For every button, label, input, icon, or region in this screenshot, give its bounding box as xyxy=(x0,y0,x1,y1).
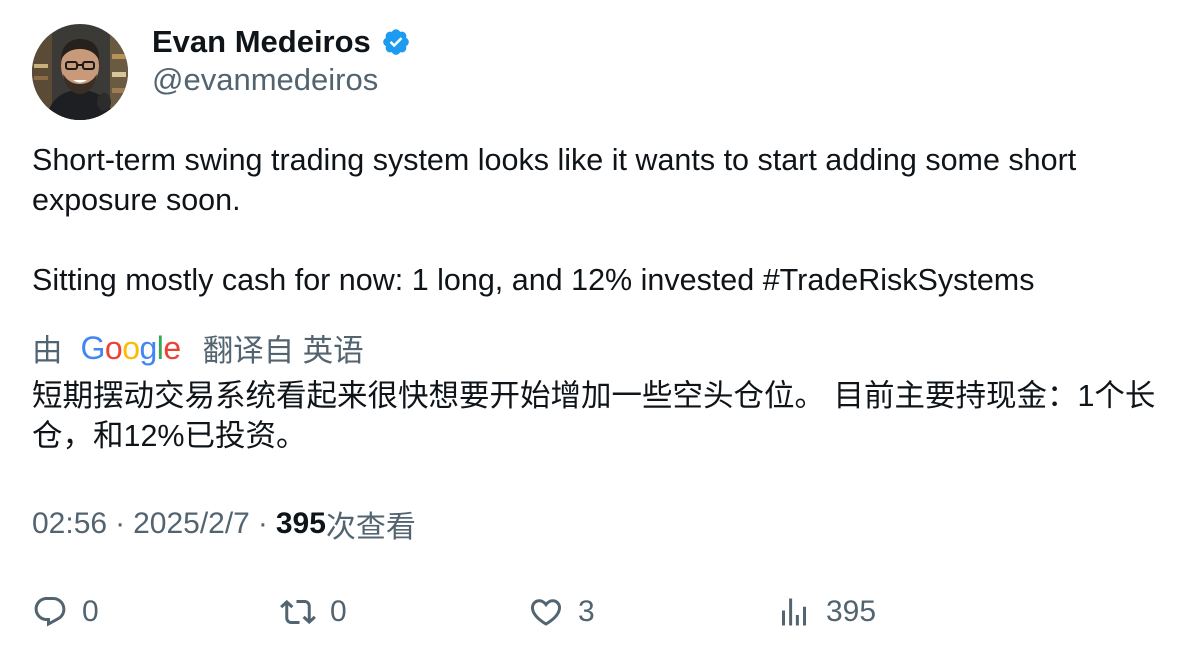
tweet-paragraph: Sitting mostly cash for now: 1 long, and… xyxy=(32,263,1035,297)
meta-separator: · xyxy=(115,507,126,540)
translated-tweet-text: 短期摆动交易系统看起来很快想要开始增加一些空头仓位。 目前主要持现金：1个长仓，… xyxy=(32,379,1156,453)
tweet-meta: 02:56 · 2025/2/7 · 395 次查看 xyxy=(32,504,416,544)
views-icon xyxy=(782,598,806,626)
author-name-row: Evan Medeiros xyxy=(152,22,411,62)
tweet-paragraph: Short-term swing trading system looks li… xyxy=(32,143,1077,217)
tweet-time[interactable]: 02:56 xyxy=(32,507,107,541)
retweet-icon xyxy=(280,599,316,625)
like-button[interactable]: 3 xyxy=(528,590,595,634)
reply-button[interactable]: 0 xyxy=(32,590,99,634)
views-button[interactable]: 395 xyxy=(776,590,876,634)
heart-icon xyxy=(530,599,562,626)
author-display-name[interactable]: Evan Medeiros xyxy=(152,24,371,60)
google-logo: Google xyxy=(80,329,182,366)
retweet-button[interactable]: 0 xyxy=(280,590,347,634)
translated-by-label: 由 xyxy=(32,334,63,368)
translated-from-label: 翻译自 英语 xyxy=(202,334,364,368)
views-label: 次查看 xyxy=(325,511,416,544)
like-count: 3 xyxy=(578,595,595,628)
translation-attribution: 由 Google 翻译自 英语 xyxy=(32,326,364,370)
reply-count: 0 xyxy=(82,595,99,628)
tweet-text: Short-term swing trading system looks li… xyxy=(32,140,1162,300)
avatar[interactable] xyxy=(32,24,128,120)
views-count: 395 xyxy=(275,507,326,540)
verified-badge-icon[interactable] xyxy=(381,27,411,57)
avatar-photo xyxy=(32,24,128,120)
retweet-count: 0 xyxy=(330,595,347,628)
meta-separator: · xyxy=(257,507,268,540)
author-handle[interactable]: @evanmedeiros xyxy=(152,62,378,98)
tweet-date[interactable]: 2025/2/7 xyxy=(133,507,250,541)
views-count-action: 395 xyxy=(826,595,877,628)
reply-icon xyxy=(34,597,66,627)
